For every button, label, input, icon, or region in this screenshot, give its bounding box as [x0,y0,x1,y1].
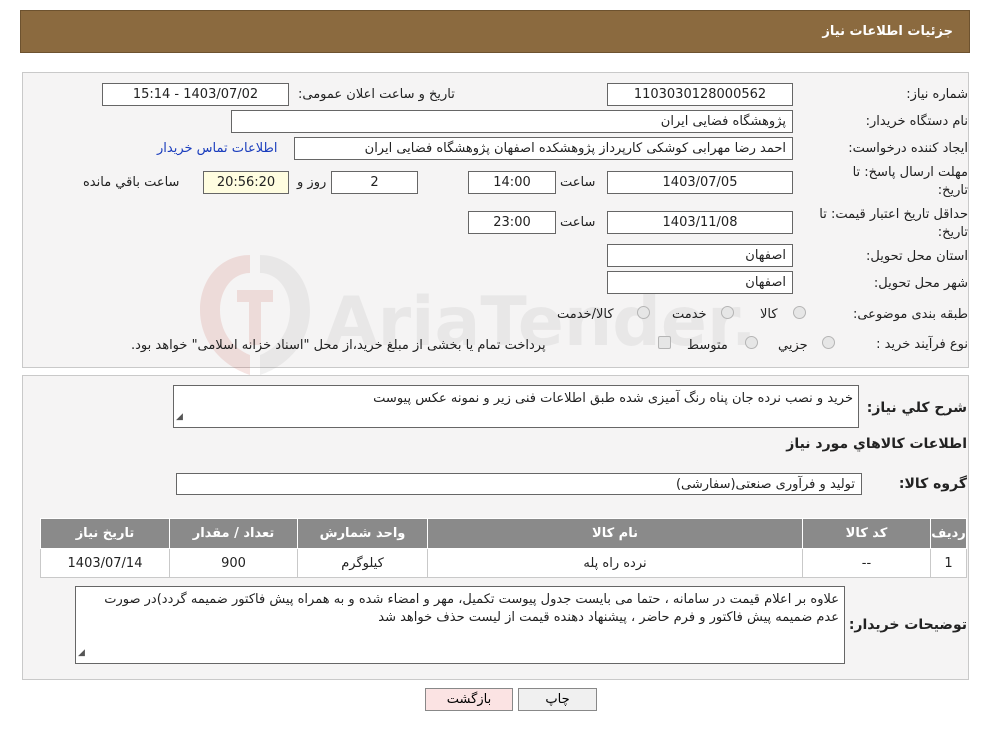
cell-quantity: 900 [169,548,298,578]
category-option-service: خدمت [672,307,707,322]
process-label: نوع فرآیند خرید : [876,337,968,352]
buyer-contact-link[interactable]: اطلاعات تماس خریدار [157,141,277,156]
process-treasury-note: پرداخت تمام یا بخشی از مبلغ خرید،از محل … [131,338,546,353]
requester-label: ایجاد کننده درخواست: [848,141,968,156]
buyer-org-field: پژوهشگاه فضایی ایران [231,110,793,133]
resize-handle-icon[interactable]: ◢ [78,644,85,662]
announce-date-field: 1403/07/02 - 15:14 [102,83,289,106]
cell-unit: کیلوگرم [297,548,428,578]
deadline-label-2: تاریخ: [937,183,968,198]
validity-time-field: 23:00 [468,211,556,234]
deadline-date-field: 1403/07/05 [607,171,793,194]
col-date: تاریخ نیاز [40,518,170,549]
col-unit: واحد شمارش [297,518,428,549]
requester-field: احمد رضا مهرابی کوشکی کارپرداز پژوهشکده … [294,137,793,160]
category-label: طبقه بندی موضوعی: [852,307,968,322]
page-title: جزئیات اطلاعات نیاز [822,24,953,39]
validity-time-label: ساعت [560,215,596,230]
category-radio-service[interactable] [721,306,734,319]
deadline-time-field: 14:00 [468,171,556,194]
goods-group-field: تولید و فرآوری صنعتی(سفارشی) [176,473,862,495]
category-radio-goods-service[interactable] [637,306,650,319]
process-option-minor: جزیي [778,338,808,353]
time-remaining-label: ساعت باقي مانده [83,175,180,190]
col-quantity: تعداد / مقدار [169,518,298,549]
buyer-notes-label: توضیحات خریدار: [848,617,967,633]
col-code: کد کالا [802,518,931,549]
summary-textarea[interactable]: خرید و نصب نرده جان پناه رنگ آمیزی شده ط… [173,385,859,428]
goods-table-header: رديف کد کالا نام کالا واحد شمارش تعداد /… [40,518,967,549]
col-row: رديف [930,518,967,549]
process-checkbox-treasury[interactable] [658,336,671,349]
days-remaining-field: 2 [331,171,418,194]
buyer-org-label: نام دستگاه خریدار: [865,114,968,129]
deadline-label: مهلت ارسال پاسخ: تا [852,165,968,180]
cell-row: 1 [930,548,967,578]
resize-handle-icon[interactable]: ◢ [176,408,183,426]
city-field: اصفهان [607,271,793,294]
cell-date: 1403/07/14 [40,548,170,578]
buyer-notes-text: علاوه بر اعلام قیمت در سامانه ، حتما می … [104,592,839,625]
col-name: نام کالا [427,518,803,549]
category-option-goods-service: کالا/خدمت [557,307,614,322]
print-button[interactable]: چاپ [518,688,597,711]
need-number-label: شماره نیاز: [906,87,968,102]
process-option-medium: متوسط [687,338,728,353]
validity-label: حداقل تاریخ اعتبار قیمت: تا [819,207,968,222]
category-option-goods: کالا [760,307,778,322]
process-radio-minor[interactable] [822,336,835,349]
deadline-time-label: ساعت [560,175,596,190]
province-label: استان محل تحویل: [866,249,968,264]
summary-label: شرح كلي نياز: [866,400,967,416]
cell-code: -- [802,548,931,578]
back-button[interactable]: بازگشت [425,688,513,711]
process-radio-medium[interactable] [745,336,758,349]
province-field: اصفهان [607,244,793,267]
validity-date-field: 1403/11/08 [607,211,793,234]
goods-table: رديف کد کالا نام کالا واحد شمارش تعداد /… [40,518,967,578]
page-header: جزئیات اطلاعات نیاز [20,10,970,53]
announce-date-label: تاریخ و ساعت اعلان عمومی: [298,87,455,102]
time-remaining-field: 20:56:20 [203,171,289,194]
cell-name: نرده راه پله [427,548,803,578]
validity-label-2: تاریخ: [937,225,968,240]
buyer-notes-textarea[interactable]: علاوه بر اعلام قیمت در سامانه ، حتما می … [75,586,845,664]
category-radio-goods[interactable] [793,306,806,319]
city-label: شهر محل تحویل: [873,276,968,291]
need-number-field: 1103030128000562 [607,83,793,106]
goods-section-title: اطلاعات كالاهاي مورد نياز [786,436,967,452]
table-row: 1 -- نرده راه پله کیلوگرم 900 1403/07/14 [40,548,967,578]
days-label: روز و [297,175,327,190]
goods-group-label: گروه کالا: [898,476,967,492]
summary-text: خرید و نصب نرده جان پناه رنگ آمیزی شده ط… [373,391,853,406]
